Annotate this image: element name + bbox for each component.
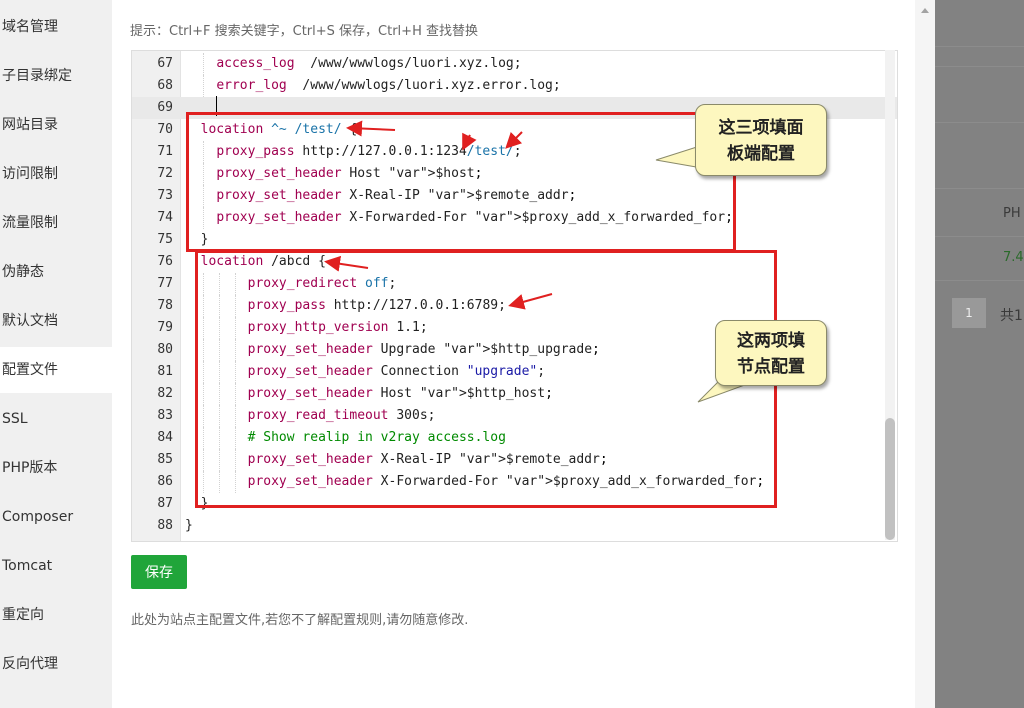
callout-node-config: 这两项填 节点配置: [715, 320, 827, 386]
line-number: 71: [157, 144, 173, 159]
background-divider: [935, 188, 1024, 189]
line-number: 67: [157, 56, 173, 71]
callout-node-config-line1: 这两项填: [737, 331, 805, 351]
sidebar-item-site-directory[interactable]: 网站目录: [0, 102, 112, 148]
background-column-header: PH: [1003, 206, 1021, 221]
code-line[interactable]: 67 access_log /www/wwwlogs/luori.xyz.log…: [132, 53, 897, 75]
indent-guide: [203, 75, 204, 97]
background-divider: [935, 280, 1024, 281]
sidebar-item-composer[interactable]: Composer: [0, 494, 112, 540]
callout-panel-config-line2: 板端配置: [727, 144, 795, 164]
save-button[interactable]: 保存: [131, 555, 187, 589]
background-page: [935, 0, 1024, 708]
code-text[interactable]: error_log /www/wwwlogs/luori.xyz.error.l…: [185, 75, 560, 97]
code-text[interactable]: access_log /www/wwwlogs/luori.xyz.log;: [185, 53, 521, 75]
line-number: 85: [157, 452, 173, 467]
sidebar-item-traffic-limit[interactable]: 流量限制: [0, 200, 112, 246]
background-cell-value: 7.4: [1003, 250, 1024, 265]
line-number: 77: [157, 276, 173, 291]
line-number: 81: [157, 364, 173, 379]
line-number: 68: [157, 78, 173, 93]
sidebar-item-domain[interactable]: 域名管理: [0, 4, 112, 50]
line-number: 82: [157, 386, 173, 401]
code-line[interactable]: 88}: [132, 515, 897, 537]
line-number: 84: [157, 430, 173, 445]
editor-scrollbar-thumb[interactable]: [885, 418, 895, 540]
line-number: 78: [157, 298, 173, 313]
line-number: 80: [157, 342, 173, 357]
background-divider: [935, 236, 1024, 237]
sidebar-item-subdir-binding[interactable]: 子目录绑定: [0, 53, 112, 99]
background-divider: [935, 66, 1024, 67]
sidebar-item-php-version[interactable]: PHP版本: [0, 445, 112, 491]
config-warning-note: 此处为站点主配置文件,若您不了解配置规则,请勿随意修改.: [131, 613, 469, 628]
line-number: 72: [157, 166, 173, 181]
line-number: 70: [157, 122, 173, 137]
sidebar: 域名管理 子目录绑定 网站目录 访问限制 流量限制 伪静态 默认文档 配置文件 …: [0, 0, 112, 708]
background-divider: [935, 46, 1024, 47]
line-number: 74: [157, 210, 173, 225]
line-number: 75: [157, 232, 173, 247]
sidebar-item-access-limit[interactable]: 访问限制: [0, 151, 112, 197]
sidebar-item-ssl[interactable]: SSL: [0, 396, 112, 442]
scroll-up-arrow-icon[interactable]: [921, 8, 929, 13]
line-number: 88: [157, 518, 173, 533]
sidebar-item-rewrite[interactable]: 伪静态: [0, 249, 112, 295]
callout-panel-config-line1: 这三项填面: [718, 118, 804, 138]
code-text[interactable]: }: [185, 515, 193, 537]
background-page-total: 共1: [1000, 308, 1023, 324]
sidebar-item-default-doc[interactable]: 默认文档: [0, 298, 112, 344]
line-number: 76: [157, 254, 173, 269]
callout-node-config-line2: 节点配置: [737, 357, 805, 377]
code-line[interactable]: 68 error_log /www/wwwlogs/luori.xyz.erro…: [132, 75, 897, 97]
sidebar-item-config-file[interactable]: 配置文件: [0, 347, 112, 393]
background-divider: [935, 122, 1024, 123]
line-number: 86: [157, 474, 173, 489]
sidebar-item-tomcat[interactable]: Tomcat: [0, 543, 112, 589]
annotation-box-panel-config: [186, 112, 736, 252]
editor-hint: 提示：Ctrl+F 搜索关键字，Ctrl+S 保存，Ctrl+H 查找替换: [130, 24, 478, 39]
line-number: 69: [157, 100, 173, 115]
background-page-number: 1: [952, 298, 986, 328]
callout-panel-config: 这三项填面 板端配置: [695, 104, 827, 176]
line-number: 79: [157, 320, 173, 335]
sidebar-item-reverse-proxy[interactable]: 反向代理: [0, 641, 112, 687]
line-number: 87: [157, 496, 173, 511]
sidebar-item-redirect[interactable]: 重定向: [0, 592, 112, 638]
indent-guide: [203, 53, 204, 75]
annotation-box-node-config: [195, 250, 777, 508]
line-number: 73: [157, 188, 173, 203]
panel-scrollbar[interactable]: [915, 0, 935, 708]
line-number: 83: [157, 408, 173, 423]
